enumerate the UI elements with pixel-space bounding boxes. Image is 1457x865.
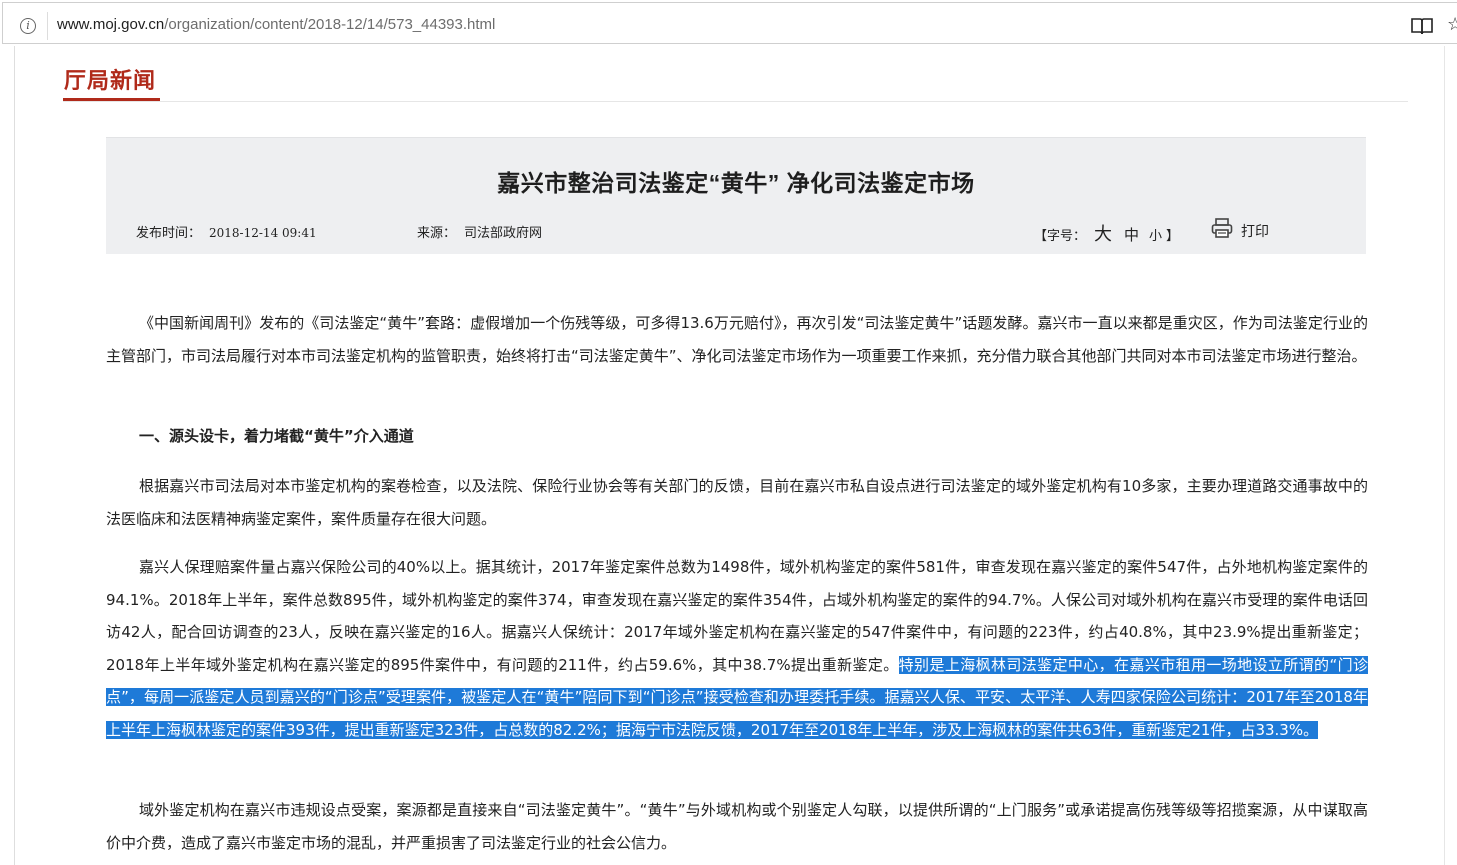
printer-icon	[1211, 218, 1233, 238]
paragraph-4: 域外鉴定机构在嘉兴市违规设点受案，案源都是直接来自“司法鉴定黄牛”。“黄牛”与外…	[106, 801, 1368, 852]
paragraph-2: 根据嘉兴市司法局对本市鉴定机构的案卷检查，以及法院、保险行业协会等有关部门的反馈…	[106, 477, 1368, 528]
page-left-border	[14, 46, 15, 865]
info-icon[interactable]: i	[20, 18, 36, 34]
reader-mode-icon[interactable]	[1411, 17, 1433, 35]
font-size-bracket: 】	[1166, 229, 1180, 244]
font-size-large-button[interactable]: 大	[1094, 224, 1112, 245]
font-size-switcher: 【字号： 大中小】	[1034, 220, 1179, 246]
paragraph-intro: 《中国新闻周刊》发布的《司法鉴定“黄牛”套路：虚假增加一个伤残等级，可多得13.…	[106, 314, 1368, 365]
font-size-medium-button[interactable]: 中	[1124, 226, 1139, 244]
article-title: 嘉兴市整治司法鉴定“黄牛” 净化司法鉴定市场	[497, 170, 975, 196]
font-size-small-button[interactable]: 小	[1149, 229, 1162, 244]
page-content: 厅局新闻 嘉兴市整治司法鉴定“黄牛” 净化司法鉴定市场 发布时间： 2018-12…	[0, 46, 1457, 865]
source-label: 来源：	[417, 226, 457, 241]
favorite-star-icon[interactable]: ☆	[1447, 16, 1457, 34]
paragraph-3: 嘉兴人保理赔案件量占嘉兴保险公司的40%以上。据其统计，2017年鉴定案件总数为…	[106, 551, 1368, 746]
print-label: 打印	[1241, 224, 1269, 240]
address-field[interactable]: i www.moj.gov.cn/organization/content/20…	[2, 2, 1457, 44]
article-source: 来源： 司法部政府网	[417, 222, 542, 241]
url-path: /organization/content/2018-12/14/573_443…	[164, 16, 496, 33]
section-heading-1: 一、源头设卡，着力堵截“黄牛”介入通道	[139, 427, 414, 445]
font-size-label: 【字号：	[1034, 229, 1087, 244]
publish-time-label: 发布时间：	[136, 226, 202, 241]
url-host: www.moj.gov.cn	[57, 16, 165, 33]
publish-time-value: 2018-12-14 09:41	[209, 226, 317, 240]
address-separator	[47, 12, 48, 40]
url-text[interactable]: www.moj.gov.cn/organization/content/2018…	[57, 16, 495, 33]
browser-address-bar: i www.moj.gov.cn/organization/content/20…	[0, 0, 1457, 46]
page-right-border	[1444, 46, 1445, 865]
source-value: 司法部政府网	[464, 226, 543, 241]
article-header: 嘉兴市整治司法鉴定“黄牛” 净化司法鉴定市场 发布时间： 2018-12-14 0…	[106, 137, 1366, 254]
publish-time: 发布时间： 2018-12-14 09:41	[136, 222, 317, 241]
section-title[interactable]: 厅局新闻	[64, 63, 156, 95]
section-divider	[63, 101, 1408, 102]
